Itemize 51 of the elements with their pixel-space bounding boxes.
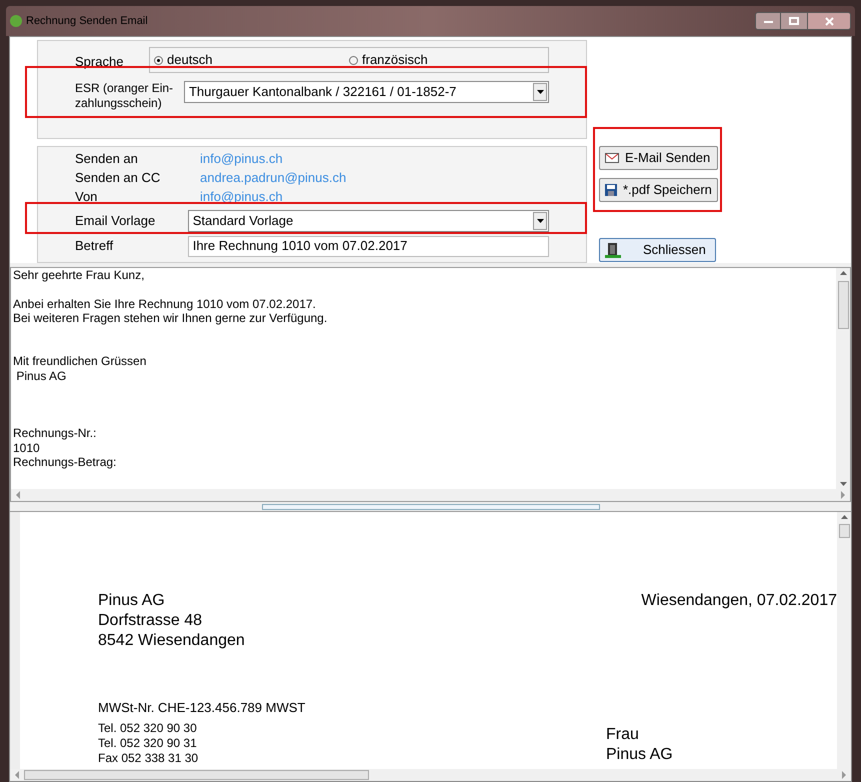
app-logo-icon [10,15,22,27]
place-date: Wiesendangen, 07.02.2017 [641,591,837,611]
language-label: Sprache [75,53,124,71]
esr-label: ESR (oranger Ein-zahlungsschein) [75,81,174,111]
radio-option[interactable]: französisch [349,50,544,70]
field-label: Senden an [75,150,139,168]
vat-number: MWSt-Nr. CHE-123.456.789 MWST [98,699,306,717]
vertical-scrollbar[interactable] [837,512,851,769]
door-exit-icon [605,242,621,258]
scroll-left-icon[interactable] [15,491,21,499]
close-icon [824,16,834,26]
field-label: Senden an CC [75,168,162,187]
email-body-editor[interactable] [10,267,851,502]
recipient-address-line: Frau [606,725,640,745]
sender-address-line: 8542 Wiesendangen [98,631,245,651]
minimize-button[interactable] [755,12,781,30]
envelope-icon [605,153,619,163]
horizontal-scrollbar[interactable] [11,489,850,501]
radio-option[interactable]: deutsch [154,50,349,70]
vertical-scrollbar[interactable] [836,268,850,489]
esr-dropdown[interactable]: Thurgauer Kantonalbank / 322161 / 01-1852-7 [184,81,549,103]
maximize-icon [789,17,799,25]
contact-line: Fax 052 338 31 30 [98,751,198,766]
sender-address-line: Pinus AG [98,591,166,611]
horizontal-scrollbar[interactable] [10,769,851,781]
field-label: Von [75,188,98,206]
scroll-left-icon[interactable] [14,771,20,779]
minimize-icon [764,20,772,22]
field-label: Email Vorlage [75,212,156,230]
scroll-right-icon[interactable] [840,491,846,499]
radio-button[interactable] [349,56,358,64]
contact-line: Tel. 052 320 90 31 [98,736,198,751]
email-body-text: Sehr geehrte Frau Kunz, Anbei erhalten Sie Ihre Rechnung 1010 vom 07.02.2017. Bei weiteren Fragen stehen wir Ihnen gerne zur Verfügung. Mit freundlichen Grüssen Pinus AG Rechnungs-Nr.: 1010 Rechnungs-Betrag: [13,268,328,470]
contact-line: Tel. 052 320 90 30 [98,721,198,736]
scrollbar-thumb[interactable] [24,770,369,780]
save-pdf-button[interactable]: *.pdf Speichern [599,178,718,202]
field-label: Betreff [75,237,114,256]
radio-button[interactable] [154,56,163,64]
splitter-handle[interactable] [262,504,600,510]
send-email-button[interactable]: E-Mail Senden [599,146,718,170]
maximize-button[interactable] [781,12,807,30]
close-button[interactable]: Schliessen [599,238,716,262]
scrollbar-thumb[interactable] [838,281,848,329]
scroll-right-icon[interactable] [841,771,847,779]
recipient-address-line: Pinus AG [606,745,673,765]
scrollbar-thumb[interactable] [838,524,850,538]
close-button[interactable] [807,12,851,30]
subject-field[interactable]: Ihre Rechnung 1010 vom 07.02.2017 [188,236,549,256]
template-dropdown[interactable]: Standard Vorlage [188,210,549,232]
sender-address-line: Dorfstrasse 48 [98,611,204,631]
window-title: Rechnung Senden Email [26,14,148,29]
